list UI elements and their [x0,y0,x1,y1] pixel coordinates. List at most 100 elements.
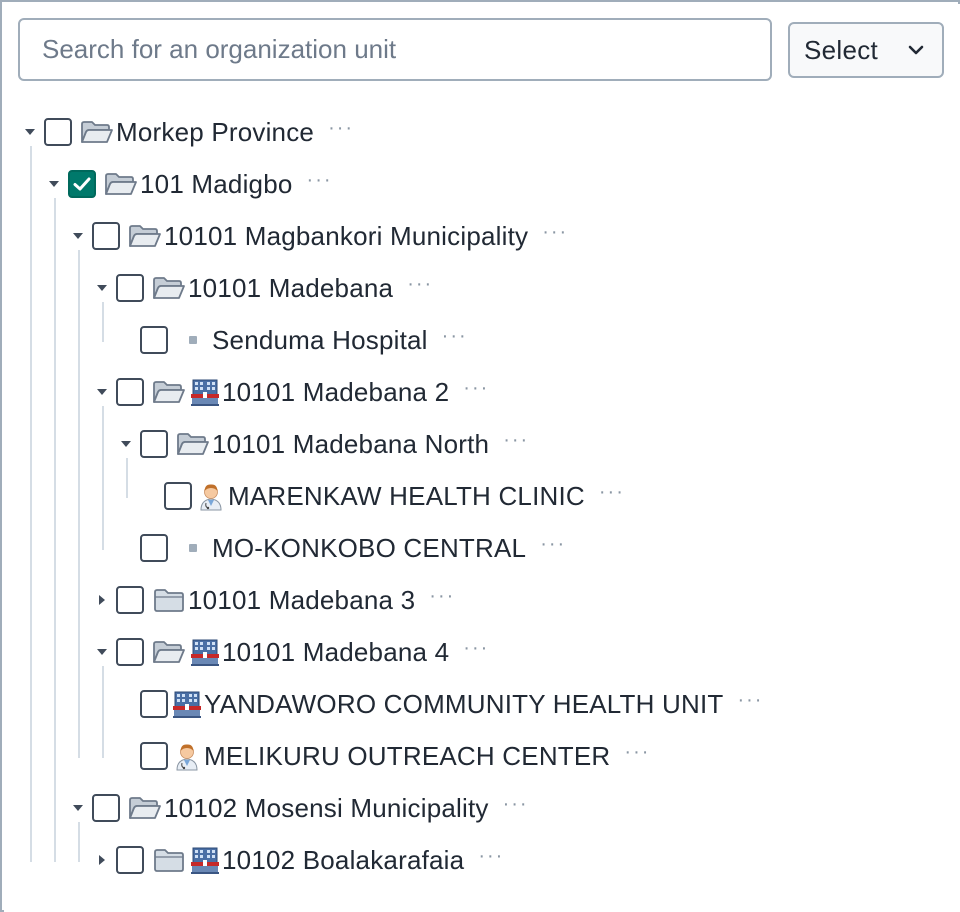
tree-guide-line [102,406,104,550]
tree-node-checkbox[interactable] [116,378,144,406]
tree-node-label[interactable]: MARENKAW HEALTH CLINIC [228,481,585,512]
tree-node-label[interactable]: 10101 Magbankori Municipality [164,221,528,252]
caret-down-icon[interactable] [114,418,138,470]
bullet-icon [176,326,210,354]
tree-node-magbankori[interactable]: 10101 Magbankori Municipality ··· [66,210,568,262]
tree-node-checkbox[interactable] [140,742,168,770]
tree-node-mosensi[interactable]: 10102 Mosensi Municipality ··· [66,782,529,834]
more-options-icon[interactable]: ··· [429,586,455,606]
tree-node-morkep[interactable]: Morkep Province ··· [18,106,354,158]
tree-node-madebana3[interactable]: 10101 Madebana 3 ··· [90,574,455,626]
caret-right-icon[interactable] [90,574,114,626]
folder-open-icon [152,378,186,406]
tree-toggle-spacer [114,522,138,574]
org-unit-tree-panel: Select Morkep Province···101 Madigbo···1… [0,0,960,912]
tree-node-madebana4[interactable]: 10101 Madebana 4 ··· [90,626,489,678]
tree-node-label[interactable]: 10102 Mosensi Municipality [164,793,489,824]
tree-node-melikuru[interactable]: MELIKURU OUTREACH CENTER ··· [114,730,650,782]
more-options-icon[interactable]: ··· [328,118,354,138]
tree-node-boalakarafaia[interactable]: 10102 Boalakarafaia ··· [90,834,504,886]
tree-node-marenkaw[interactable]: MARENKAW HEALTH CLINIC ··· [138,470,625,522]
bullet-icon [176,534,210,562]
caret-down-icon[interactable] [66,210,90,262]
tree-guide-line [78,250,80,758]
more-options-icon[interactable]: ··· [442,326,468,346]
more-options-icon[interactable]: ··· [624,742,650,762]
tree-node-label[interactable]: 10101 Madebana 3 [188,585,415,616]
tree-node-label[interactable]: Morkep Province [116,117,314,148]
toolbar: Select [4,4,960,98]
tree-node-label[interactable]: 101 Madigbo [140,169,293,200]
select-dropdown-button[interactable]: Select [788,22,944,78]
building-icon [190,845,220,875]
tree-node-checkbox[interactable] [44,118,72,146]
tree-node-checkbox[interactable] [116,274,144,302]
tree-node-checkbox[interactable] [116,638,144,666]
tree-node-checkbox[interactable] [116,846,144,874]
folder-open-icon [128,222,162,250]
more-options-icon[interactable]: ··· [478,846,504,866]
tree-node-label[interactable]: 10101 Madebana [188,273,393,304]
tree-node-madebana2[interactable]: 10101 Madebana 2 ··· [90,366,489,418]
folder-closed-icon [152,586,186,614]
tree-node-label[interactable]: MELIKURU OUTREACH CENTER [204,741,610,772]
caret-right-icon[interactable] [90,834,114,886]
folder-open-icon [152,638,186,666]
tree-toggle-spacer [114,730,138,782]
tree-node-checkbox[interactable] [92,222,120,250]
more-options-icon[interactable]: ··· [737,690,763,710]
tree-guide-line [54,198,56,862]
building-icon [190,637,220,667]
tree-node-label[interactable]: Senduma Hospital [212,325,428,356]
tree-toggle-spacer [114,678,138,730]
doctor-icon [196,481,226,511]
tree-node-senduma[interactable]: Senduma Hospital ··· [114,314,468,366]
tree-node-checkbox[interactable] [116,586,144,614]
tree-node-label[interactable]: 10101 Madebana 2 [222,377,449,408]
folder-open-icon [152,274,186,302]
tree-node-checkbox[interactable] [140,690,168,718]
folder-closed-icon [152,846,186,874]
org-unit-tree: Morkep Province ··· 101 Madigbo ··· 10101 Ma… [4,98,960,912]
more-options-icon[interactable]: ··· [503,794,529,814]
building-icon [172,689,202,719]
tree-node-label[interactable]: MO-KONKOBO CENTRAL [212,533,526,564]
tree-node-label[interactable]: 10101 Madebana 4 [222,637,449,668]
tree-node-checkbox[interactable] [140,430,168,458]
more-options-icon[interactable]: ··· [542,222,568,242]
caret-down-icon[interactable] [66,782,90,834]
tree-toggle-spacer [114,314,138,366]
more-options-icon[interactable]: ··· [407,274,433,294]
folder-open-icon [176,430,210,458]
tree-node-mokonkobo[interactable]: MO-KONKOBO CENTRAL ··· [114,522,566,574]
tree-guide-line [30,146,32,862]
more-options-icon[interactable]: ··· [463,638,489,658]
tree-guide-line [102,666,104,758]
more-options-icon[interactable]: ··· [307,170,333,190]
caret-down-icon[interactable] [90,626,114,678]
tree-node-checkbox[interactable] [92,794,120,822]
tree-node-madebana[interactable]: 10101 Madebana ··· [90,262,433,314]
tree-node-label[interactable]: 10102 Boalakarafaia [222,845,464,876]
tree-node-label[interactable]: 10101 Madebana North [212,429,489,460]
more-options-icon[interactable]: ··· [503,430,529,450]
tree-node-label[interactable]: YANDAWORO COMMUNITY HEALTH UNIT [204,689,723,720]
building-icon [190,377,220,407]
caret-down-icon[interactable] [90,262,114,314]
tree-node-checkbox[interactable] [140,534,168,562]
caret-down-icon[interactable] [42,158,66,210]
tree-node-checkbox[interactable] [164,482,192,510]
caret-down-icon[interactable] [90,366,114,418]
tree-node-checkbox[interactable] [140,326,168,354]
tree-node-yandaworo[interactable]: YANDAWORO COMMUNITY HEALTH UNIT ··· [114,678,763,730]
tree-node-checkbox[interactable] [68,170,96,198]
more-options-icon[interactable]: ··· [463,378,489,398]
more-options-icon[interactable]: ··· [540,534,566,554]
folder-open-icon [104,170,138,198]
more-options-icon[interactable]: ··· [599,482,625,502]
search-input[interactable] [18,18,772,81]
caret-down-icon[interactable] [18,106,42,158]
chevron-down-icon [908,45,924,55]
tree-node-madebana-north[interactable]: 10101 Madebana North ··· [114,418,529,470]
tree-node-madigbo[interactable]: 101 Madigbo ··· [42,158,333,210]
